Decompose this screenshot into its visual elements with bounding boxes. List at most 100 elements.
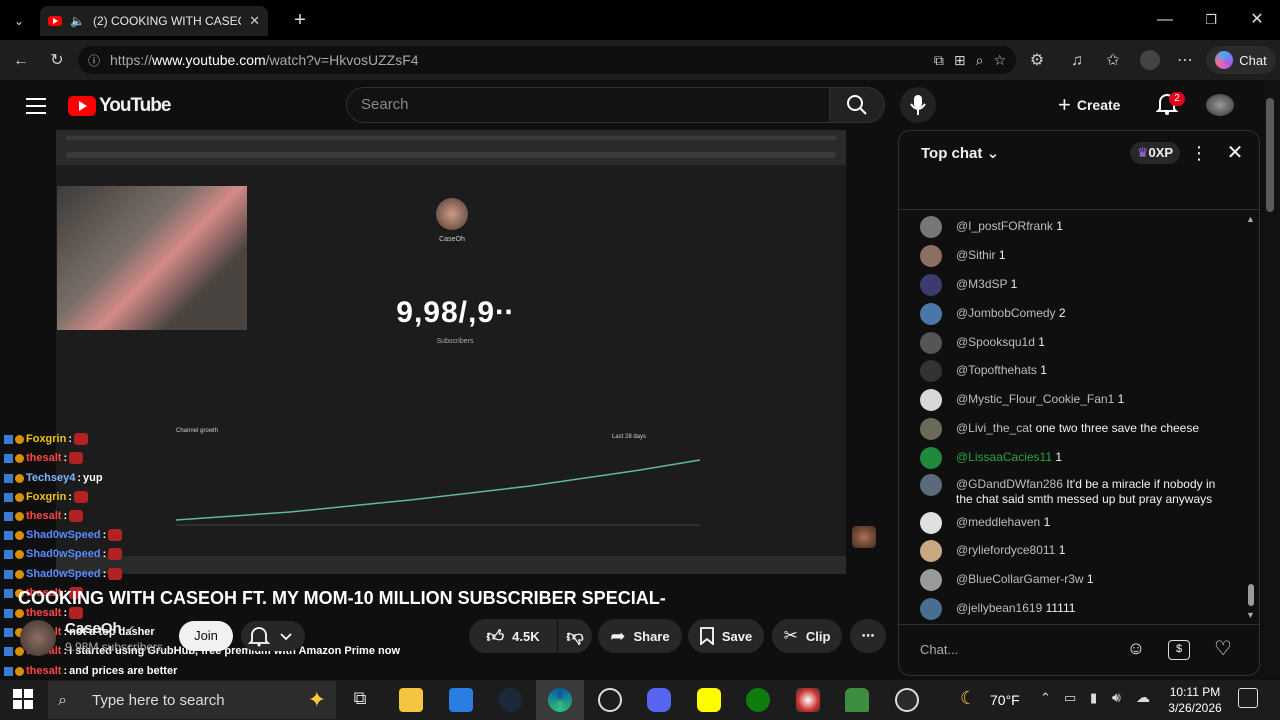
heart-icon[interactable]: ♡	[1210, 636, 1236, 662]
hamburger-menu-icon[interactable]	[26, 96, 46, 114]
more-menu-icon[interactable]: ⋯	[1172, 48, 1198, 74]
profile-avatar[interactable]	[1140, 50, 1160, 70]
youtube-logo[interactable]: YouTube	[68, 95, 171, 117]
chat-author-avatar[interactable]	[920, 447, 942, 469]
favorite-star-icon[interactable]: ☆	[993, 52, 1006, 69]
game-launcher-icon[interactable]	[796, 688, 820, 712]
browser-tab-youtube[interactable]: 🔈 (2) COOKING WITH CASEOH F ✕	[40, 6, 268, 36]
copilot-chat-button[interactable]: Chat	[1206, 46, 1276, 74]
chat-author-avatar[interactable]	[920, 512, 942, 534]
chat-author[interactable]: @Sithir	[956, 248, 996, 262]
back-arrow-icon[interactable]: ←	[8, 48, 34, 74]
microsoft-store-icon[interactable]	[449, 688, 473, 712]
chat-author-avatar[interactable]	[920, 540, 942, 562]
clip-button[interactable]: ✂ Clip	[772, 619, 842, 653]
weather-temperature[interactable]: 70°F	[990, 692, 1020, 708]
chat-input[interactable]: Chat...	[920, 636, 1120, 664]
restore-icon[interactable]: ❐	[1196, 8, 1226, 32]
edge-browser-icon[interactable]	[548, 688, 572, 712]
join-button[interactable]: Join	[179, 621, 233, 651]
chat-author[interactable]: @BlueCollarGamer-r3w	[956, 572, 1084, 586]
tray-device-icon[interactable]: ▭	[1064, 690, 1076, 706]
chat-scroll-up-icon[interactable]: ▲	[1246, 214, 1258, 224]
minimize-icon[interactable]: —	[1150, 8, 1180, 32]
page-scrollbar-thumb[interactable]	[1266, 98, 1274, 212]
new-tab-plus-icon[interactable]: +	[288, 8, 312, 32]
refresh-icon[interactable]: ↻	[44, 48, 70, 74]
notification-center-icon[interactable]	[1238, 688, 1258, 708]
chat-author-avatar[interactable]	[920, 598, 942, 620]
chat-more-options-icon[interactable]: ⋮	[1190, 142, 1208, 164]
save-button[interactable]: Save	[688, 619, 764, 653]
taskbar-clock[interactable]: 10:11 PM 3/26/2026	[1158, 684, 1232, 716]
chat-author-avatar[interactable]	[920, 274, 942, 296]
zoom-icon[interactable]: ⌕	[976, 52, 984, 69]
chat-author-avatar[interactable]	[920, 332, 942, 354]
task-view-icon[interactable]: ⧉	[348, 688, 372, 712]
close-chat-icon[interactable]: ✕	[1222, 140, 1248, 166]
favorites-icon[interactable]: ✩	[1100, 48, 1126, 74]
channel-name[interactable]: CaseOh ✔	[65, 620, 135, 637]
extensions-icon[interactable]: ⚙	[1024, 48, 1050, 74]
account-avatar[interactable]	[1206, 94, 1234, 116]
search-button[interactable]	[829, 87, 885, 123]
snapchat-icon[interactable]	[697, 688, 721, 712]
channel-avatar[interactable]	[20, 620, 56, 656]
chat-author-avatar[interactable]	[920, 360, 942, 382]
chat-author[interactable]: @LissaaCacies11	[956, 450, 1052, 464]
network-cloud-icon[interactable]: ☁	[1136, 689, 1150, 706]
address-bar[interactable]: ⓘ https://www.youtube.com/watch?v=HkvosU…	[78, 46, 1016, 74]
window-close-icon[interactable]: ✕	[1242, 8, 1272, 32]
chat-author[interactable]: @Spooksqu1d	[956, 335, 1035, 349]
volume-icon[interactable]: 🔊︎	[1112, 689, 1121, 706]
search-input[interactable]: Search	[346, 87, 830, 123]
chat-scroll-down-icon[interactable]: ▼	[1246, 610, 1258, 620]
xp-badge[interactable]: ♛0XP	[1130, 142, 1180, 164]
chat-author-avatar[interactable]	[920, 216, 942, 238]
chat-author-avatar[interactable]	[920, 474, 942, 496]
more-actions-button[interactable]: ⋯	[850, 619, 886, 653]
chess-icon[interactable]	[845, 688, 869, 712]
file-explorer-icon[interactable]	[399, 688, 423, 712]
weather-moon-icon[interactable]: ☾	[960, 688, 976, 709]
chat-author-avatar[interactable]	[920, 418, 942, 440]
chat-author-avatar[interactable]	[920, 303, 942, 325]
chat-author[interactable]: @M3dSP	[956, 277, 1007, 291]
chat-author[interactable]: @ryliefordyce8011	[956, 543, 1055, 557]
chat-author[interactable]: @meddlehaven	[956, 515, 1040, 529]
windows-start-icon[interactable]	[12, 688, 36, 712]
chat-author[interactable]: @GDandDWfan286	[956, 477, 1063, 491]
chat-author[interactable]: @Livi_the_cat	[956, 421, 1032, 435]
tray-chevron-up-icon[interactable]: ⌃	[1040, 690, 1051, 706]
chat-scrollbar-thumb[interactable]	[1248, 584, 1254, 606]
subscription-bell-button[interactable]	[241, 621, 305, 651]
obs-icon[interactable]	[598, 688, 622, 712]
taskbar-search-box[interactable]: Type here to search ✦	[48, 681, 336, 719]
xbox-icon[interactable]	[746, 688, 770, 712]
emoji-icon[interactable]: ☺	[1124, 638, 1148, 662]
voice-search-button[interactable]	[900, 87, 936, 123]
create-button[interactable]: + Create	[1058, 88, 1138, 122]
tab-actions-chevron-icon[interactable]: ⌄	[8, 10, 30, 32]
dislike-button[interactable]: 👎︎	[558, 619, 592, 653]
chat-author[interactable]: @Mystic_Flour_Cookie_Fan1	[956, 392, 1114, 406]
media-control-icon[interactable]: ♫	[1064, 48, 1090, 74]
chat-author[interactable]: @Topofthehats	[956, 363, 1037, 377]
chat-author-avatar[interactable]	[920, 569, 942, 591]
extensions-grid-icon[interactable]: ⊞	[954, 52, 966, 69]
tab-close-icon[interactable]: ✕	[249, 13, 260, 29]
recording-app-icon[interactable]	[895, 688, 919, 712]
chat-author[interactable]: @JombobComedy	[956, 306, 1056, 320]
steam-icon[interactable]	[498, 688, 522, 712]
battery-icon[interactable]: ▮	[1090, 690, 1097, 706]
top-chat-dropdown[interactable]: Top chat ⌄	[921, 144, 999, 162]
chat-author-avatar[interactable]	[920, 245, 942, 267]
chat-author[interactable]: @I_postFORfrank	[956, 219, 1053, 233]
chat-author[interactable]: @jellybean1619	[956, 601, 1042, 615]
speaker-icon[interactable]: 🔈	[70, 14, 85, 28]
translate-icon[interactable]: ⧉	[934, 52, 944, 69]
discord-icon[interactable]	[647, 688, 671, 712]
super-chat-dollar-icon[interactable]: $	[1168, 640, 1190, 660]
share-button[interactable]: ➦ Share	[598, 619, 682, 653]
like-button[interactable]: 👍︎ 4.5K	[469, 619, 557, 653]
